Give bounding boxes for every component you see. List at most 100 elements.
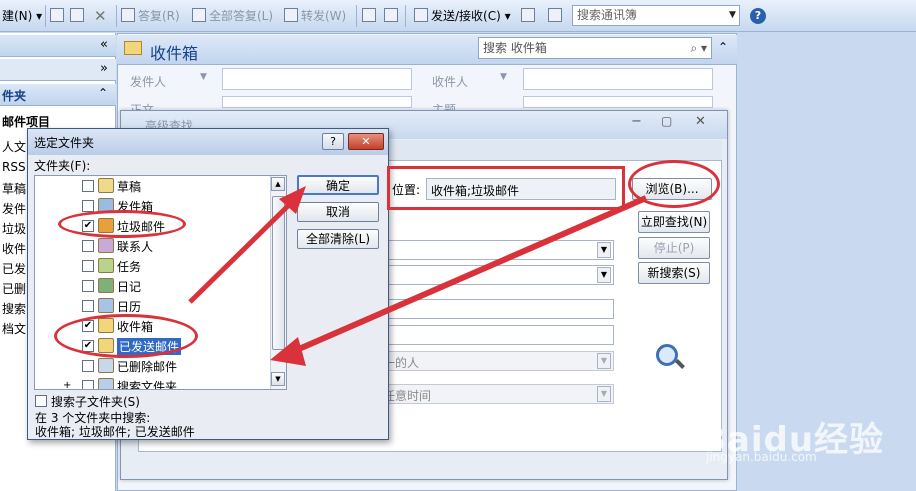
cancel-button[interactable]: 取消 (297, 202, 379, 222)
folder-icon (98, 258, 114, 273)
print-icon[interactable] (50, 7, 67, 25)
nav-item[interactable]: 已发 (2, 260, 26, 277)
help-icon[interactable]: ? (750, 8, 766, 24)
close-button[interactable]: ✕ (348, 133, 384, 150)
nav-item[interactable]: 已删 (2, 280, 26, 297)
folder-row[interactable]: 已删除邮件 (35, 356, 271, 376)
folder-checkbox[interactable] (82, 380, 94, 389)
find-contact-icon[interactable] (548, 7, 565, 25)
clear-all-button[interactable]: 全部清除(L) (297, 229, 379, 249)
folder-row[interactable]: 日记 (35, 276, 271, 296)
toolbar-separator (45, 5, 46, 27)
expand-icon[interactable]: » (100, 61, 108, 76)
folder-icon (98, 278, 114, 293)
scrollbar-thumb[interactable] (272, 196, 285, 350)
folder-row[interactable]: 联系人 (35, 236, 271, 256)
send-receive-label: 发送/接收(C) (431, 9, 501, 23)
nav-item[interactable]: RSS (2, 160, 26, 174)
move-icon[interactable] (70, 7, 87, 25)
folder-icon (98, 298, 114, 313)
nav-item[interactable]: 收件 (2, 240, 26, 257)
chevron-down-icon[interactable]: ▼ (597, 267, 611, 283)
new-search-button[interactable]: 新搜索(S) (638, 262, 710, 284)
from-field[interactable] (222, 68, 412, 90)
address-book-search-input[interactable]: 搜索通讯簿 (572, 5, 740, 26)
subfolders-checkbox[interactable] (35, 395, 47, 407)
scroll-down-icon[interactable]: ▼ (271, 372, 285, 386)
criteria-dropdown[interactable] (380, 265, 614, 285)
stop-button[interactable]: 停止(P) (638, 237, 710, 259)
folder-row[interactable]: 搜索文件夹 + (35, 376, 271, 390)
time-dropdown[interactable]: 任意时间 (380, 384, 614, 404)
from-label: 发件人 (130, 75, 167, 89)
folder-checkbox[interactable] (82, 180, 94, 192)
folder-row[interactable]: 日历 (35, 296, 271, 316)
folders-header-label: 件夹 (2, 89, 27, 103)
folder-tree[interactable]: 草稿 发件箱 ✔ 垃圾邮件 联系人 任务 日记 日历 ✔ 收件箱 ✔ 已发送邮件 已删除邮件 搜索文件夹 + (34, 175, 287, 390)
nav-item[interactable]: 档文 (2, 320, 26, 337)
reply-all-button[interactable]: 全部答复(L) (192, 7, 273, 25)
maximize-icon[interactable]: ▢ (661, 114, 672, 128)
criteria-text-field[interactable] (380, 325, 614, 345)
chevron-up-icon[interactable]: ⌃ (718, 40, 728, 54)
subject-field[interactable] (523, 96, 713, 108)
new-button[interactable]: 建(N) ▾ (2, 7, 42, 25)
to-field[interactable] (523, 68, 713, 90)
folder-label: 日记 (117, 280, 142, 294)
reply-all-label: 全部答复(L) (209, 9, 274, 23)
nav-shortcut-bar: » (0, 59, 116, 81)
filter-icon[interactable] (384, 7, 401, 25)
nav-item[interactable]: 人文 (2, 138, 26, 155)
inbox-search-placeholder: 搜索 收件箱 (483, 41, 547, 55)
folder-checkbox[interactable] (82, 280, 94, 292)
help-button[interactable]: ? (322, 133, 344, 150)
send-receive-button[interactable]: 发送/接收(C) ▾ (414, 7, 511, 25)
address-book-icon[interactable] (521, 7, 538, 25)
toolbar-separator (116, 5, 117, 27)
chevron-down-icon[interactable]: ▼ (597, 386, 611, 402)
reply-button[interactable]: 答复(R) (121, 7, 180, 25)
criteria-dropdown[interactable] (380, 240, 614, 260)
folder-checkbox[interactable] (82, 240, 94, 252)
chevron-down-icon[interactable]: ▼ (597, 353, 611, 369)
folder-checkbox[interactable] (82, 300, 94, 312)
chevron-down-icon[interactable]: ▼ (500, 72, 507, 82)
collapse-icon[interactable]: « (100, 37, 108, 52)
folder-label: 搜索文件夹 (117, 380, 178, 390)
person-dropdown[interactable]: 一的人 (380, 351, 614, 371)
folder-checkbox[interactable] (82, 360, 94, 372)
nav-item[interactable]: 草稿 (2, 180, 26, 197)
delete-icon[interactable]: ✕ (94, 7, 107, 25)
nav-header: « (0, 35, 116, 57)
minimize-icon[interactable]: − (631, 114, 642, 129)
folders-header[interactable]: 件夹 ⌃ (0, 84, 116, 106)
chevron-down-icon[interactable]: ▼ (597, 242, 611, 258)
chevron-up-icon[interactable]: ⌃ (98, 86, 108, 100)
inbox-folder-icon (124, 41, 142, 55)
watermark-url: jingyan.baidu.com (706, 450, 817, 464)
body-field[interactable] (222, 96, 412, 108)
close-icon[interactable]: ✕ (695, 114, 706, 129)
find-now-button[interactable]: 立即查找(N) (638, 211, 710, 233)
folders-label: 文件夹(F): (34, 159, 91, 173)
chevron-down-icon[interactable]: ▼ (726, 6, 739, 25)
forward-button[interactable]: 转发(W) (284, 7, 346, 25)
categorize-icon[interactable] (362, 7, 379, 25)
expand-icon[interactable]: + (63, 380, 71, 389)
to-label: 收件人 (432, 75, 469, 89)
scroll-up-icon[interactable]: ▲ (271, 177, 285, 191)
nav-item[interactable]: 垃圾 (2, 220, 26, 237)
ok-button[interactable]: 确定 (297, 175, 379, 195)
folder-checkbox[interactable] (82, 260, 94, 272)
browse-highlight (628, 160, 720, 208)
folder-row[interactable]: 草稿 (35, 176, 271, 196)
search-icon[interactable]: ⌕ ▾ (690, 38, 707, 58)
forward-icon (284, 8, 298, 22)
chevron-down-icon[interactable]: ▼ (200, 72, 207, 82)
nav-item[interactable]: 发件 (2, 200, 26, 217)
criteria-text-field[interactable] (380, 299, 614, 319)
nav-item[interactable]: 搜索 (2, 300, 26, 317)
folder-checkbox[interactable] (82, 200, 94, 212)
folder-row[interactable]: 任务 (35, 256, 271, 276)
inbox-search-input[interactable]: 搜索 收件箱 ⌕ ▾ (478, 37, 712, 59)
